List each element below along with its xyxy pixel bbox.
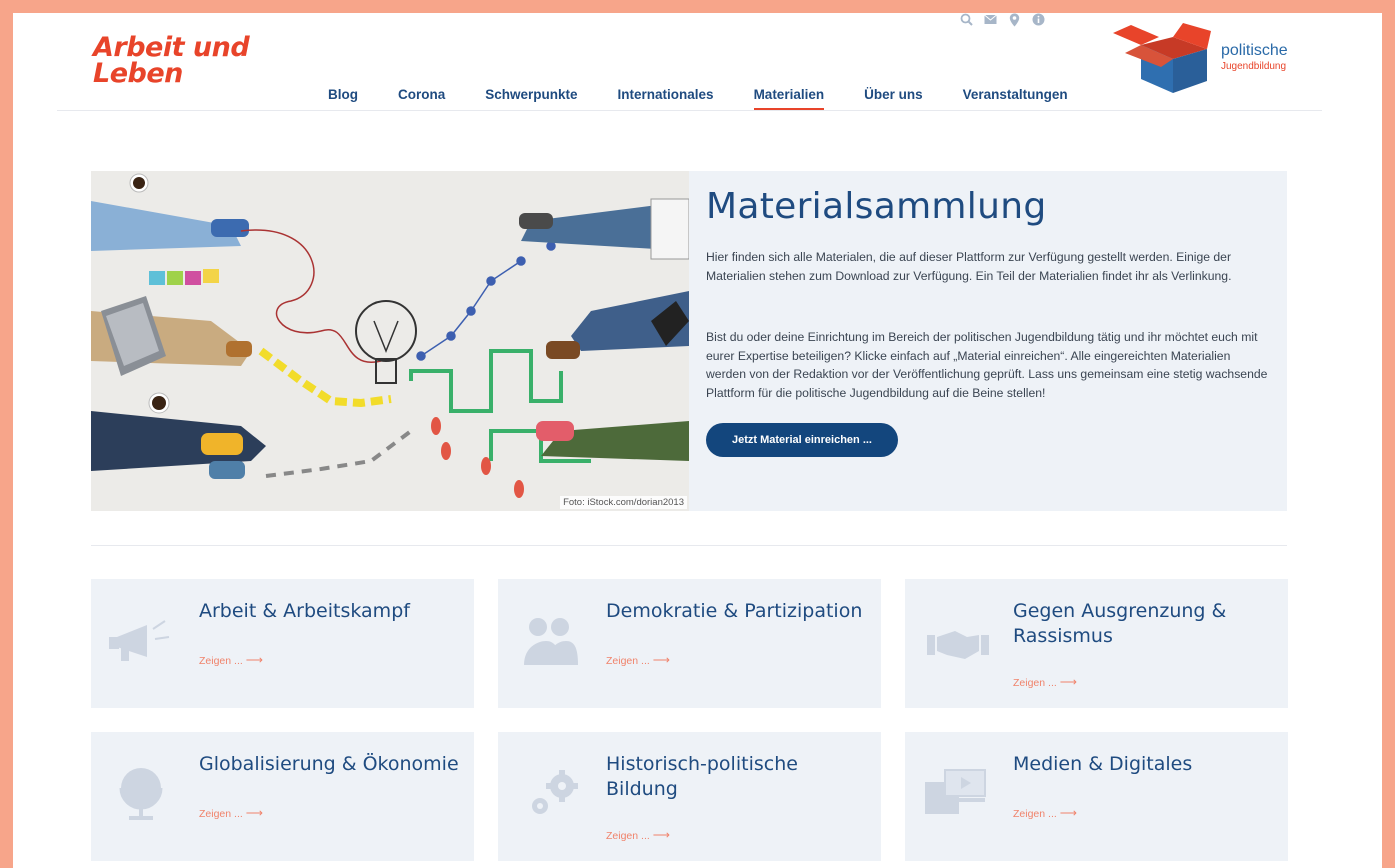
handshake-icon [927, 631, 989, 659]
megaphone-icon [109, 620, 170, 661]
mail-icon[interactable] [983, 13, 997, 31]
show-link-label: Zeigen ... [199, 655, 243, 667]
hero-panel: Materialsammlung Hier finden sich alle M… [689, 171, 1287, 511]
logo-line-2: Leben [93, 58, 183, 89]
show-link[interactable]: Zeigen ... ⟶ [199, 653, 263, 667]
arrow-right-icon: ⟶ [652, 828, 670, 842]
search-icon[interactable] [959, 13, 973, 31]
show-link-label: Zeigen ... [1013, 677, 1057, 689]
partner-logo-line-2: Jugendbildung [1221, 61, 1287, 72]
nav-item-corona[interactable]: Corona [398, 87, 445, 110]
arrow-right-icon: ⟶ [652, 653, 670, 667]
nav-item-schwerpunkte[interactable]: Schwerpunkte [485, 87, 577, 110]
category-title: Demokratie & Partizipation [606, 600, 863, 622]
arrow-right-icon: ⟶ [245, 653, 263, 667]
people-icon [524, 618, 578, 665]
show-link[interactable]: Zeigen ... ⟶ [1013, 806, 1077, 820]
category-card-demokratie[interactable]: Demokratie & Partizipation Zeigen ... ⟶ [498, 579, 881, 708]
category-card-historisch[interactable]: Historisch-politische Bildung Zeigen ...… [498, 732, 881, 861]
nav-item-materialien[interactable]: Materialien [753, 87, 825, 110]
main-navigation: Blog Corona Schwerpunkte Internationales… [328, 87, 1108, 110]
category-title: Globalisierung & Ökonomie [199, 753, 459, 775]
submit-material-button[interactable]: Jetzt Material einreichen ... [706, 423, 898, 457]
info-icon[interactable] [1031, 13, 1045, 31]
show-link-label: Zeigen ... [199, 808, 243, 820]
section-divider [91, 545, 1287, 546]
partner-logo-line-1: politische [1221, 42, 1288, 59]
category-title: Historisch-politische Bildung [606, 753, 798, 800]
hero-illustration [91, 171, 689, 511]
nav-item-ueber-uns[interactable]: Über uns [864, 87, 923, 110]
arrow-right-icon: ⟶ [1059, 806, 1077, 820]
nav-item-blog[interactable]: Blog [328, 87, 358, 110]
globe-icon [119, 768, 163, 820]
show-link-label: Zeigen ... [606, 830, 650, 842]
arbeit-und-leben-logo[interactable]: Arbeit und Leben [93, 34, 250, 89]
nav-item-internationales[interactable]: Internationales [618, 87, 714, 110]
partner-logo-text: politische Jugendbildung [1221, 43, 1288, 75]
show-link-label: Zeigen ... [606, 655, 650, 667]
category-card-arbeit[interactable]: Arbeit & Arbeitskampf Zeigen ... ⟶ [91, 579, 474, 708]
category-title: Gegen Ausgrenzung & Rassismus [1013, 600, 1227, 647]
hero-contribute-paragraph: Bist du oder deine Einrichtung im Bereic… [706, 330, 1268, 400]
location-pin-icon[interactable] [1007, 13, 1021, 31]
nav-item-veranstaltungen[interactable]: Veranstaltungen [963, 87, 1068, 110]
politische-jugendbildung-box-logo[interactable] [1111, 23, 1211, 95]
page-frame: Arbeit und Leben Blog Corona Schwerpunkt… [13, 13, 1382, 868]
image-credit: Foto: iStock.com/dorian2013 [560, 496, 687, 509]
arrow-right-icon: ⟶ [245, 806, 263, 820]
category-card-medien[interactable]: Medien & Digitales Zeigen ... ⟶ [905, 732, 1288, 861]
show-link-label: Zeigen ... [1013, 808, 1057, 820]
category-card-globalisierung[interactable]: Globalisierung & Ökonomie Zeigen ... ⟶ [91, 732, 474, 861]
header-divider [57, 110, 1322, 111]
hero-image: Foto: iStock.com/dorian2013 [91, 171, 689, 511]
show-link[interactable]: Zeigen ... ⟶ [606, 653, 670, 667]
gears-icon [532, 770, 578, 814]
media-icon [925, 769, 986, 814]
show-link[interactable]: Zeigen ... ⟶ [606, 828, 670, 842]
category-card-ausgrenzung[interactable]: Gegen Ausgrenzung & Rassismus Zeigen ...… [905, 579, 1288, 708]
show-link[interactable]: Zeigen ... ⟶ [199, 806, 263, 820]
arrow-right-icon: ⟶ [1059, 675, 1077, 689]
page-title: Materialsammlung [706, 186, 1047, 227]
category-title: Medien & Digitales [1013, 753, 1193, 775]
hero-intro-paragraph: Hier finden sich alle Materialen, die au… [706, 250, 1232, 283]
category-title: Arbeit & Arbeitskampf [199, 600, 410, 622]
show-link[interactable]: Zeigen ... ⟶ [1013, 675, 1077, 689]
utility-icons [959, 13, 1045, 31]
